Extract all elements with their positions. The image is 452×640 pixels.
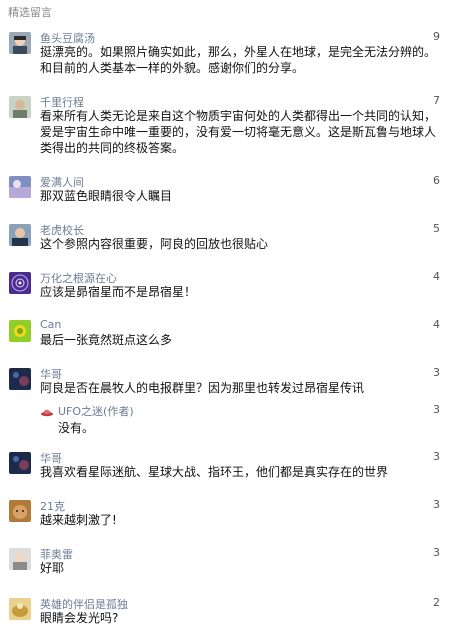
comment-author[interactable]: Can <box>40 318 61 331</box>
like-count[interactable]: 9 <box>433 30 440 43</box>
like-count[interactable]: 3 <box>433 546 440 559</box>
avatar[interactable] <box>9 224 31 246</box>
like-count[interactable]: 3 <box>433 498 440 511</box>
like-count[interactable]: 4 <box>433 318 440 331</box>
comment-text: 阿良是否在晨牧人的电报群里？因为那里也转发过昂宿星传讯 <box>40 381 365 395</box>
avatar-image <box>9 368 31 390</box>
author-reply: UFO之迷(作者) 3 没有。 <box>40 403 440 437</box>
comment-text: 越来越刺激了! <box>40 513 117 527</box>
mandala-icon <box>9 272 31 294</box>
avatar-image <box>9 548 31 570</box>
reply-like-count[interactable]: 3 <box>433 403 440 416</box>
comment-text: 我喜欢看星际迷航、星球大战、指环王，他们都是真实存在的世界 <box>40 465 389 479</box>
avatar-image <box>9 32 31 54</box>
avatar-image <box>9 224 31 246</box>
avatar-image <box>9 500 31 522</box>
avatar[interactable] <box>9 452 31 474</box>
leaf-icon <box>9 320 31 342</box>
avatar-image <box>9 452 31 474</box>
comment-text: 看来所有人类无论是来自这个物质宇宙何处的人类都得出一个共同的认知，爱是宇宙生命中… <box>40 109 437 155</box>
comment-text: 那双蓝色眼睛很令人瞩目 <box>40 189 173 203</box>
reply-author[interactable]: UFO之迷(作者) <box>58 403 134 419</box>
avatar[interactable] <box>9 32 31 54</box>
like-count[interactable]: 5 <box>433 222 440 235</box>
avatar[interactable] <box>9 598 31 620</box>
avatar[interactable] <box>9 176 31 198</box>
avatar[interactable] <box>9 548 31 570</box>
comment-text: 好耶 <box>40 561 65 575</box>
comment-text: 这个参照内容很重要，阿良的回放也很贴心 <box>40 237 269 251</box>
avatar[interactable] <box>9 272 31 294</box>
section-title: 精选留言 <box>8 6 52 19</box>
avatar-image <box>9 598 31 620</box>
like-count[interactable]: 6 <box>433 174 440 187</box>
avatar-image <box>9 96 31 118</box>
avatar[interactable] <box>9 368 31 390</box>
comment-text: 应该是昴宿星而不是昂宿星！ <box>40 285 197 299</box>
avatar[interactable] <box>9 500 31 522</box>
avatar[interactable] <box>9 320 31 342</box>
comment-text: 眼睛会发光吗? <box>40 611 119 625</box>
ufo-icon <box>40 406 54 419</box>
like-count[interactable]: 3 <box>433 366 440 379</box>
like-count[interactable]: 3 <box>433 450 440 463</box>
reply-avatar <box>40 405 54 419</box>
like-count[interactable]: 2 <box>433 596 440 609</box>
avatar-image <box>9 176 31 198</box>
comment-text: 挺漂亮的。如果照片确实如此，那么，外星人在地球，是完全无法分辨的。和目前的人类基… <box>40 45 437 75</box>
reply-text: 没有。 <box>58 421 95 435</box>
like-count[interactable]: 4 <box>433 270 440 283</box>
avatar[interactable] <box>9 96 31 118</box>
comment-text: 最后一张竟然斑点这么多 <box>40 333 173 347</box>
like-count[interactable]: 7 <box>433 94 440 107</box>
